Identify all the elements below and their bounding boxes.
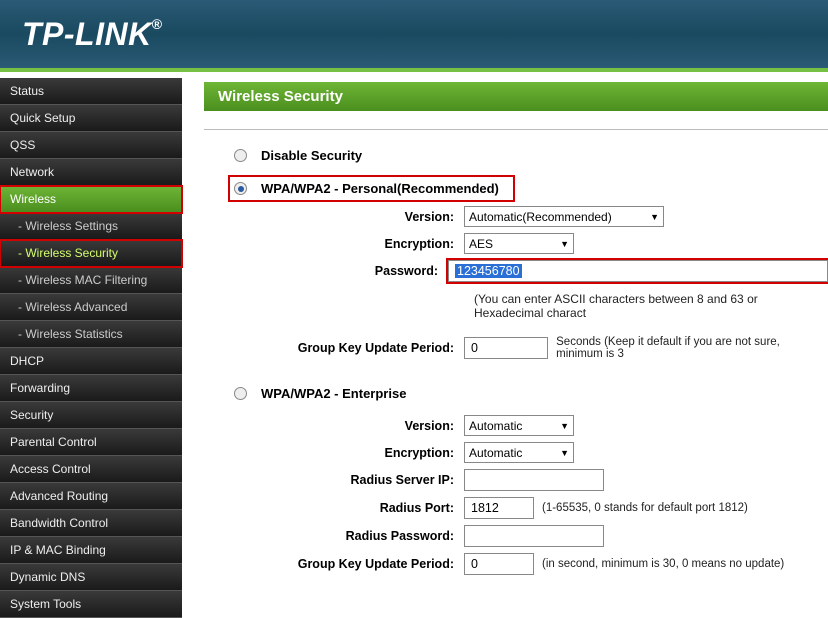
sidebar-item-network[interactable]: Network — [0, 159, 182, 186]
sidebar-item--wireless-settings[interactable]: - Wireless Settings — [0, 213, 182, 240]
option-disable-label: Disable Security — [261, 148, 362, 163]
sidebar-item-access-control[interactable]: Access Control — [0, 456, 182, 483]
option-wpa-enterprise[interactable]: WPA/WPA2 - Enterprise — [234, 386, 828, 401]
sidebar-item--wireless-mac-filtering[interactable]: - Wireless MAC Filtering — [0, 267, 182, 294]
input-gkup-ent[interactable]: 0 — [464, 553, 534, 575]
select-version-personal[interactable]: Automatic(Recommended) ▼ — [464, 206, 664, 227]
gkup-note-personal: Seconds (Keep it default if you are not … — [556, 336, 828, 360]
sidebar-item-parental-control[interactable]: Parental Control — [0, 429, 182, 456]
chevron-down-icon: ▼ — [560, 239, 569, 249]
label-password-personal: Password: — [204, 264, 448, 278]
sidebar-item--wireless-statistics[interactable]: - Wireless Statistics — [0, 321, 182, 348]
input-password-personal[interactable]: 123456780 — [448, 260, 828, 282]
sidebar-item--wireless-advanced[interactable]: - Wireless Advanced — [0, 294, 182, 321]
label-version-ent: Version: — [204, 419, 464, 433]
sidebar-item-forwarding[interactable]: Forwarding — [0, 375, 182, 402]
select-encryption-personal-value: AES — [469, 237, 493, 251]
logo: TP-LINK® — [22, 16, 163, 53]
select-version-ent[interactable]: Automatic ▼ — [464, 415, 574, 436]
input-radius-pw[interactable] — [464, 525, 604, 547]
password-highlight: 123456780 — [448, 260, 828, 282]
select-encryption-personal[interactable]: AES ▼ — [464, 233, 574, 254]
sidebar-item-status[interactable]: Status — [0, 78, 182, 105]
label-radius-port: Radius Port: — [204, 501, 464, 515]
header: TP-LINK® — [0, 0, 828, 72]
row-encryption-enterprise: Encryption: Automatic ▼ — [204, 442, 828, 463]
label-radius-ip: Radius Server IP: — [204, 473, 464, 487]
chevron-down-icon: ▼ — [650, 212, 659, 222]
radio-wpa-personal-icon[interactable] — [234, 182, 247, 195]
row-version-personal: Version: Automatic(Recommended) ▼ — [204, 206, 828, 227]
sidebar-item-security[interactable]: Security — [0, 402, 182, 429]
label-radius-pw: Radius Password: — [204, 529, 464, 543]
row-radius-pw: Radius Password: — [204, 525, 828, 547]
row-radius-port: Radius Port: 1812 (1-65535, 0 stands for… — [204, 497, 828, 519]
sidebar-item-dynamic-dns[interactable]: Dynamic DNS — [0, 564, 182, 591]
password-note: (You can enter ASCII characters between … — [474, 288, 828, 330]
sidebar-item-advanced-routing[interactable]: Advanced Routing — [0, 483, 182, 510]
option-disable-security[interactable]: Disable Security — [234, 148, 828, 163]
sidebar: StatusQuick SetupQSSNetworkWireless- Wir… — [0, 72, 182, 577]
password-value: 123456780 — [455, 264, 522, 278]
sidebar-item-dhcp[interactable]: DHCP — [0, 348, 182, 375]
label-gkup-personal: Group Key Update Period: — [204, 341, 464, 355]
sidebar-item--wireless-security[interactable]: - Wireless Security — [0, 240, 182, 267]
select-encryption-ent[interactable]: Automatic ▼ — [464, 442, 574, 463]
radius-port-note: (1-65535, 0 stands for default port 1812… — [542, 502, 748, 514]
input-gkup-personal[interactable]: 0 — [464, 337, 548, 359]
layout: StatusQuick SetupQSSNetworkWireless- Wir… — [0, 72, 828, 577]
select-encryption-ent-value: Automatic — [469, 446, 522, 460]
sidebar-item-quick-setup[interactable]: Quick Setup — [0, 105, 182, 132]
label-gkup-ent: Group Key Update Period: — [204, 557, 464, 571]
option-wpa-personal-label: WPA/WPA2 - Personal(Recommended) — [261, 181, 499, 196]
select-version-personal-value: Automatic(Recommended) — [469, 210, 612, 224]
sidebar-item-system-tools[interactable]: System Tools — [0, 591, 182, 618]
sidebar-item-ip-mac-binding[interactable]: IP & MAC Binding — [0, 537, 182, 564]
row-radius-ip: Radius Server IP: — [204, 469, 828, 491]
chevron-down-icon: ▼ — [560, 421, 569, 431]
label-encryption-ent: Encryption: — [204, 446, 464, 460]
radio-wpa-enterprise-icon[interactable] — [234, 387, 247, 400]
divider — [204, 129, 828, 130]
row-encryption-personal: Encryption: AES ▼ — [204, 233, 828, 254]
label-version-personal: Version: — [204, 210, 464, 224]
row-gkup-enterprise: Group Key Update Period: 0 (in second, m… — [204, 553, 828, 575]
row-password-personal: Password: 123456780 — [204, 260, 828, 282]
logo-text: TP-LINK — [22, 16, 152, 52]
logo-registered: ® — [152, 16, 163, 32]
input-radius-ip[interactable] — [464, 469, 604, 491]
input-radius-port[interactable]: 1812 — [464, 497, 534, 519]
sidebar-item-wireless[interactable]: Wireless — [0, 186, 182, 213]
radio-disable-icon[interactable] — [234, 149, 247, 162]
option-wpa-enterprise-label: WPA/WPA2 - Enterprise — [261, 386, 406, 401]
content: Wireless Security Disable Security WPA/W… — [182, 72, 828, 577]
chevron-down-icon: ▼ — [560, 448, 569, 458]
row-version-enterprise: Version: Automatic ▼ — [204, 415, 828, 436]
option-wpa-personal-highlight: WPA/WPA2 - Personal(Recommended) — [230, 177, 513, 200]
gkup-note-ent: (in second, minimum is 30, 0 means no up… — [542, 558, 784, 570]
sidebar-item-qss[interactable]: QSS — [0, 132, 182, 159]
row-gkup-personal: Group Key Update Period: 0 Seconds (Keep… — [204, 336, 828, 360]
label-encryption-personal: Encryption: — [204, 237, 464, 251]
page-title: Wireless Security — [204, 82, 828, 111]
sidebar-item-bandwidth-control[interactable]: Bandwidth Control — [0, 510, 182, 537]
select-version-ent-value: Automatic — [469, 419, 522, 433]
